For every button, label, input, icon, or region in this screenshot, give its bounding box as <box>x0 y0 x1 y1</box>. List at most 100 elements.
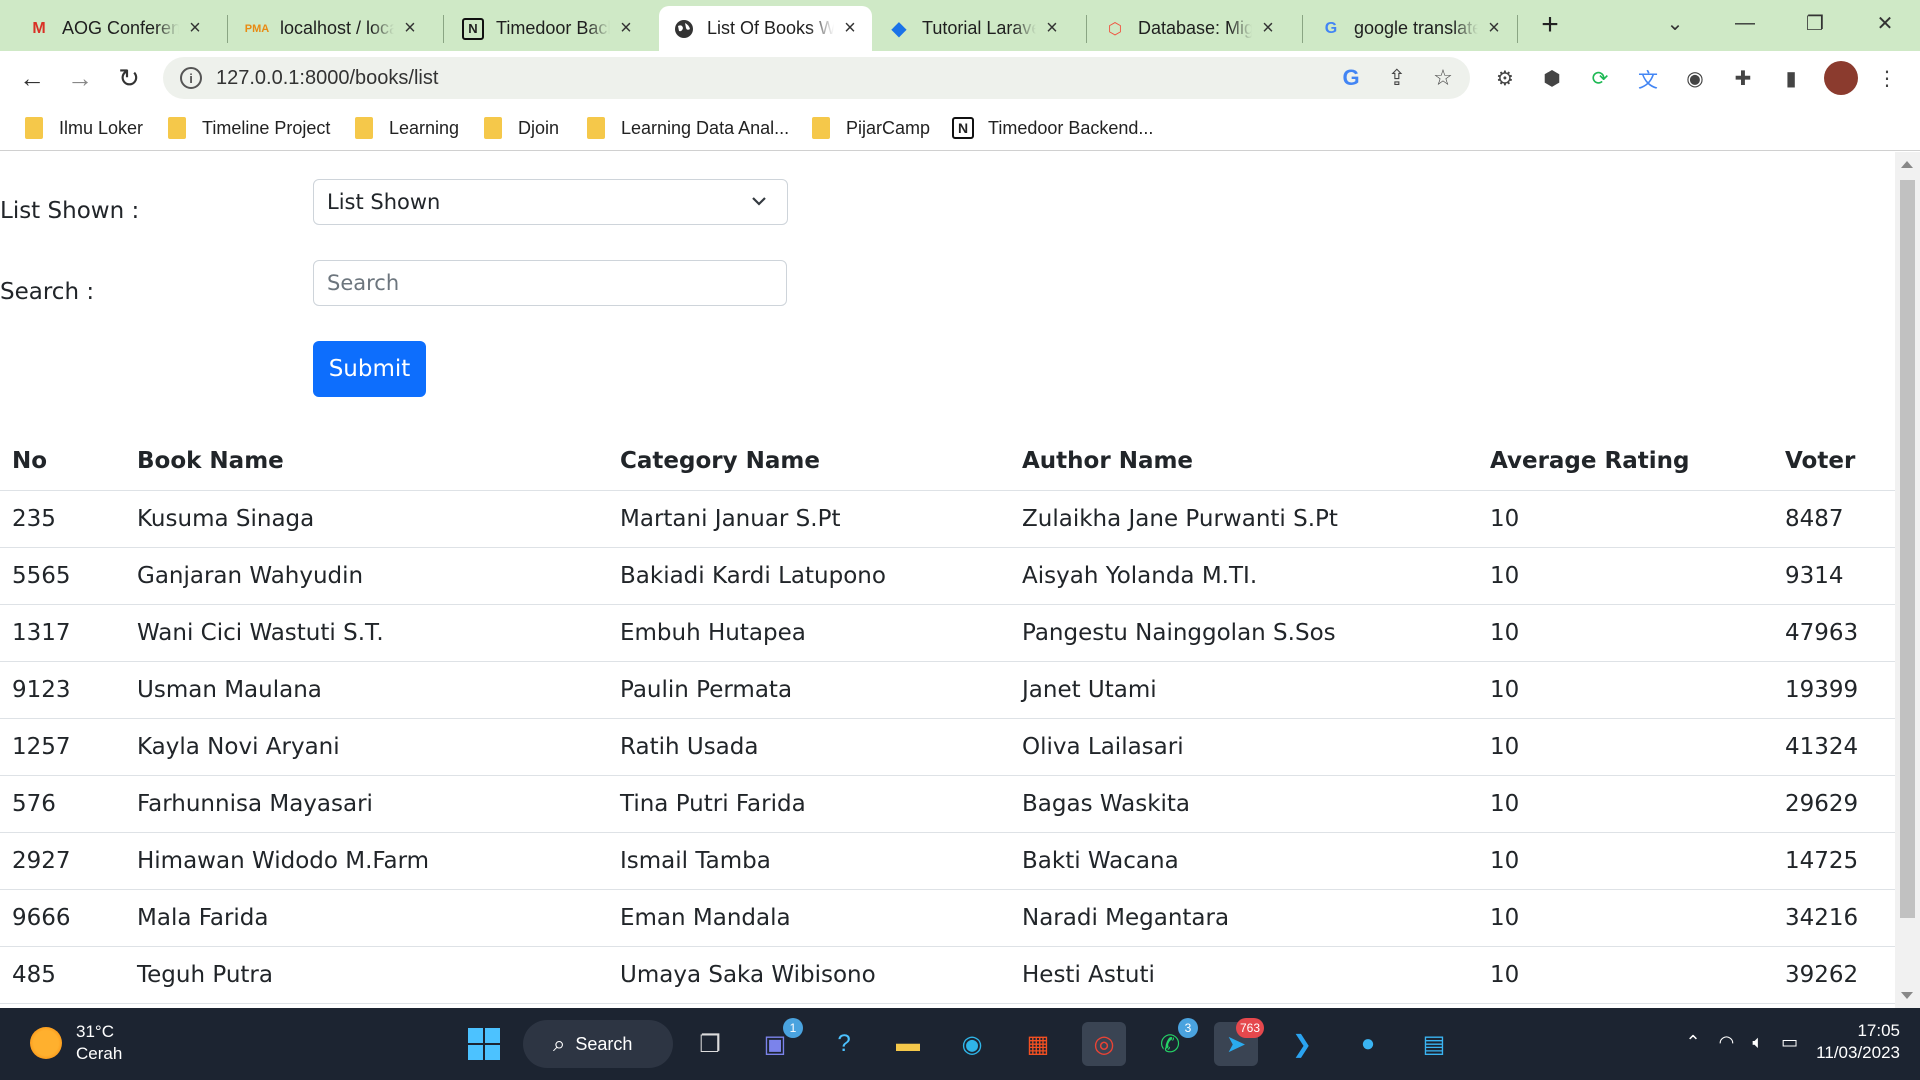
cell-book-name: Himawan Widodo M.Farm <box>125 832 608 890</box>
tab-title: AOG Conference <box>62 18 179 38</box>
puzzle-icon[interactable]: ✚ <box>1728 63 1758 93</box>
menu-icon[interactable]: ⋮ <box>1872 63 1902 93</box>
camera-extension-icon[interactable]: ◉ <box>1680 63 1710 93</box>
tab-timedoor[interactable]: N Timedoor Backend × <box>448 6 648 51</box>
bookmark-djoin[interactable]: Djoin <box>484 115 559 141</box>
restore-icon[interactable]: ❐ <box>1780 0 1850 46</box>
column-header-author-name: Author Name <box>1010 433 1478 491</box>
translate-extension-icon[interactable]: 文 <box>1633 63 1663 93</box>
site-info-icon[interactable]: i <box>180 67 202 89</box>
forward-icon[interactable]: → <box>64 62 96 94</box>
battery-icon[interactable]: ▭ <box>1781 1032 1798 1053</box>
close-icon[interactable]: × <box>616 17 636 39</box>
bookmark-timedoor-backend[interactable]: N Timedoor Backend... <box>952 115 1153 141</box>
bookmark-learning[interactable]: Learning <box>355 115 459 141</box>
close-icon[interactable]: × <box>400 17 420 39</box>
extension-refresh-icon[interactable]: ⟳ <box>1585 63 1615 93</box>
submit-button[interactable]: Submit <box>313 341 426 397</box>
bookmark-learning-data[interactable]: Learning Data Anal... <box>587 115 789 141</box>
list-shown-select[interactable]: List Shown <box>313 179 788 225</box>
weather-text: 31°C Cerah <box>76 1021 122 1065</box>
cell-voter: 29629 <box>1773 775 1895 833</box>
back-icon[interactable]: ← <box>16 62 48 94</box>
tab-title: localhost / localhost <box>280 18 394 38</box>
new-tab-button[interactable]: + <box>1535 8 1565 41</box>
folder-icon <box>484 117 502 139</box>
clock[interactable]: 17:05 11/03/2023 <box>1816 1020 1900 1064</box>
scroll-down-icon[interactable] <box>1901 992 1913 999</box>
file-explorer-icon[interactable]: ▬ <box>886 1022 930 1066</box>
wifi-icon[interactable]: ◠ <box>1719 1032 1735 1053</box>
close-icon[interactable]: × <box>1042 17 1062 39</box>
scroll-up-icon[interactable] <box>1901 161 1913 168</box>
bookmark-label: Learning <box>389 117 460 138</box>
cell-book-name: Mala Farida <box>125 889 608 947</box>
tab-gmail[interactable]: M AOG Conference × <box>14 6 217 51</box>
notion-icon: N <box>952 117 974 139</box>
search-input[interactable] <box>313 260 787 306</box>
bookmark-pijarcamp[interactable]: PijarCamp <box>812 115 930 141</box>
vscode-icon[interactable]: ❯ <box>1280 1022 1324 1066</box>
tab-title: Tutorial Laravel <box>922 18 1036 38</box>
weather-temperature: 31°C <box>76 1022 114 1041</box>
whatsapp-icon[interactable]: ✆ 3 <box>1148 1018 1198 1066</box>
cell-book-name: Kayla Novi Aryani <box>125 718 608 776</box>
close-icon[interactable]: × <box>185 17 205 39</box>
close-window-icon[interactable]: ✕ <box>1850 0 1920 46</box>
sun-icon <box>30 1027 62 1059</box>
bookmark-ilmu-loker[interactable]: Ilmu Loker <box>25 115 143 141</box>
bookmark-label: Timedoor Backend... <box>988 117 1154 138</box>
start-icon[interactable] <box>462 1022 506 1066</box>
chevron-up-icon[interactable]: ⌃ <box>1686 1032 1701 1053</box>
profile-avatar[interactable] <box>1824 61 1858 95</box>
tab-tutorial-laravel[interactable]: ◆ Tutorial Laravel × <box>874 6 1074 51</box>
tab-divider <box>1302 15 1303 43</box>
window-controls: ⌄ — ❐ ✕ <box>1640 0 1920 46</box>
help-icon[interactable]: ? <box>822 1022 866 1066</box>
store-icon[interactable]: ▦ <box>1016 1022 1060 1066</box>
app-icon[interactable]: ● <box>1346 1022 1390 1066</box>
notepad-icon[interactable]: ▤ <box>1412 1022 1456 1066</box>
scrollbar-thumb[interactable] <box>1900 180 1915 918</box>
extension-gear-icon[interactable]: ⬢ <box>1537 63 1567 93</box>
tab-search-icon[interactable]: ⌄ <box>1640 0 1710 46</box>
chat-icon[interactable]: ▣ 1 <box>753 1018 803 1066</box>
page-scrollbar[interactable] <box>1895 152 1920 1008</box>
side-panel-icon[interactable]: ▮ <box>1776 63 1806 93</box>
volume-icon[interactable]: 🔈︎ <box>1752 1032 1763 1053</box>
google-lens-icon[interactable]: G <box>1338 65 1364 91</box>
tab-divider <box>1517 15 1518 43</box>
chrome-icon[interactable]: ◎ <box>1082 1022 1126 1066</box>
cell-no: 485 <box>0 946 125 1004</box>
minimize-icon[interactable]: — <box>1710 0 1780 46</box>
bookmark-star-icon[interactable]: ☆ <box>1430 65 1456 91</box>
task-view-icon[interactable]: ❐ <box>688 1022 732 1066</box>
tab-phpmyadmin[interactable]: PMA localhost / localhost × <box>232 6 432 51</box>
extension-icon[interactable]: ⚙ <box>1490 63 1520 93</box>
tab-google-translate[interactable]: G google translate × <box>1306 6 1516 51</box>
tab-database-migrations[interactable]: ⬡ Database: Migrations × <box>1090 6 1290 51</box>
taskbar-search[interactable]: ⌕ Search <box>523 1020 673 1068</box>
bookmark-label: Ilmu Loker <box>59 117 144 138</box>
cell-average-rating: 10 <box>1478 946 1773 1004</box>
close-icon[interactable]: × <box>1258 17 1278 39</box>
google-icon: G <box>1324 19 1338 37</box>
close-icon[interactable]: × <box>840 17 860 39</box>
close-icon[interactable]: × <box>1484 17 1504 39</box>
tab-list-of-books[interactable]: List Of Books Website × <box>659 6 872 51</box>
cell-book-name: Kusuma Sinaga <box>125 490 608 548</box>
column-header-voter: Voter <box>1773 433 1895 491</box>
reload-icon[interactable]: ↻ <box>113 62 145 94</box>
address-bar[interactable]: i 127.0.0.1:8000/books/list G ⇪ ☆ <box>163 57 1470 99</box>
bookmark-timeline-project[interactable]: Timeline Project <box>168 115 330 141</box>
cell-category-name: Tina Putri Farida <box>608 775 1010 833</box>
url-text[interactable]: 127.0.0.1:8000/books/list <box>216 67 438 90</box>
cell-category-name: Martani Januar S.Pt <box>608 490 1010 548</box>
weather-widget[interactable]: 31°C Cerah <box>30 1021 122 1065</box>
cell-author-name: Zulaikha Jane Purwanti S.Pt <box>1010 490 1478 548</box>
globe-icon <box>673 18 695 40</box>
column-header-book-name: Book Name <box>125 433 608 491</box>
edge-icon[interactable]: ◉ <box>950 1022 994 1066</box>
telegram-icon[interactable]: ➤ 763 <box>1214 1018 1264 1066</box>
share-icon[interactable]: ⇪ <box>1384 65 1410 91</box>
